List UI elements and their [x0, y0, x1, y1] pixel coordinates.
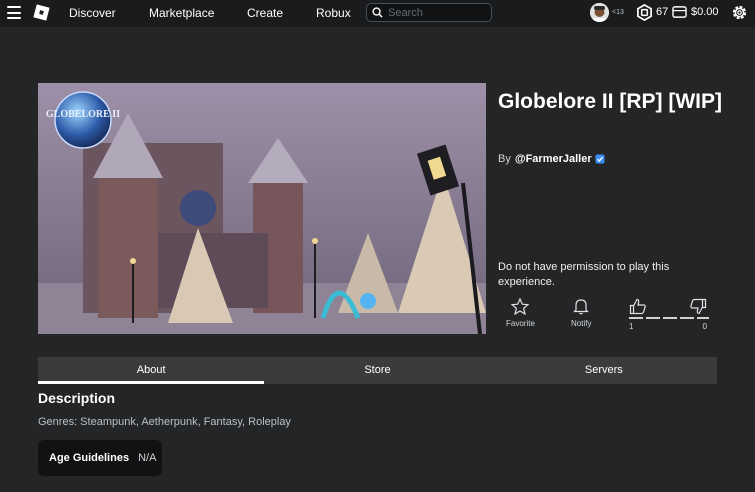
menu-icon[interactable] — [7, 6, 21, 19]
age-bracket-label: <13 — [612, 9, 624, 16]
creator-link[interactable]: @FarmerJaller — [515, 153, 592, 165]
nav-robux[interactable]: Robux — [316, 6, 351, 20]
thumbs-down-icon[interactable] — [689, 298, 707, 315]
age-guidelines-label: Age Guidelines — [49, 452, 130, 464]
description-heading: Description — [38, 390, 116, 406]
roblox-logo-icon[interactable] — [32, 3, 51, 22]
tab-servers[interactable]: Servers — [491, 357, 717, 384]
tab-store[interactable]: Store — [264, 357, 490, 384]
search-box[interactable] — [366, 3, 492, 22]
star-icon — [511, 298, 530, 315]
thumbnail-logo-text: GLOBELORE II — [46, 109, 120, 120]
search-input[interactable] — [388, 6, 488, 19]
tab-bar: About Store Servers — [38, 357, 717, 384]
upvote-count: 1 — [629, 322, 634, 331]
thumbs-up-icon[interactable] — [629, 298, 647, 315]
vote-ratio-bar — [629, 317, 709, 319]
avatar[interactable] — [590, 3, 609, 22]
gear-icon[interactable] — [730, 3, 749, 22]
wallet-balance[interactable]: $0.00 — [691, 6, 719, 18]
robux-icon[interactable] — [636, 4, 653, 21]
game-thumbnail[interactable]: GLOBELORE II — [38, 83, 486, 334]
age-guidelines-box[interactable]: Age Guidelines N/A — [38, 440, 162, 476]
downvote-count: 0 — [702, 322, 707, 331]
avatar-headshot-icon — [590, 3, 609, 22]
robux-balance[interactable]: 67 — [656, 6, 668, 18]
creator-line: By @FarmerJaller — [498, 153, 605, 165]
genres-text: Genres: Steampunk, Aetherpunk, Fantasy, … — [38, 416, 291, 428]
wallet-icon[interactable] — [672, 5, 687, 19]
notify-button[interactable]: Notify — [571, 298, 591, 328]
vote-section: 1 0 — [629, 298, 709, 334]
notify-label: Notify — [571, 319, 592, 328]
nav-create[interactable]: Create — [247, 6, 283, 20]
verified-badge-icon — [595, 154, 605, 164]
by-label: By — [498, 153, 511, 165]
nav-discover[interactable]: Discover — [69, 6, 116, 20]
search-icon — [372, 7, 383, 18]
age-guidelines-value: N/A — [138, 452, 157, 464]
game-title: Globelore II [RP] [WIP] — [498, 90, 722, 113]
favorite-button[interactable]: Favorite — [506, 298, 535, 328]
thumbnail-scene-image: GLOBELORE II — [38, 83, 486, 334]
tab-about[interactable]: About — [38, 357, 265, 384]
permission-message: Do not have permission to play this expe… — [498, 261, 670, 288]
nav-marketplace[interactable]: Marketplace — [149, 6, 214, 20]
top-navigation-bar: Discover Marketplace Create Robux <13 67… — [0, 0, 755, 27]
bell-icon — [573, 299, 590, 315]
favorite-label: Favorite — [506, 319, 535, 328]
